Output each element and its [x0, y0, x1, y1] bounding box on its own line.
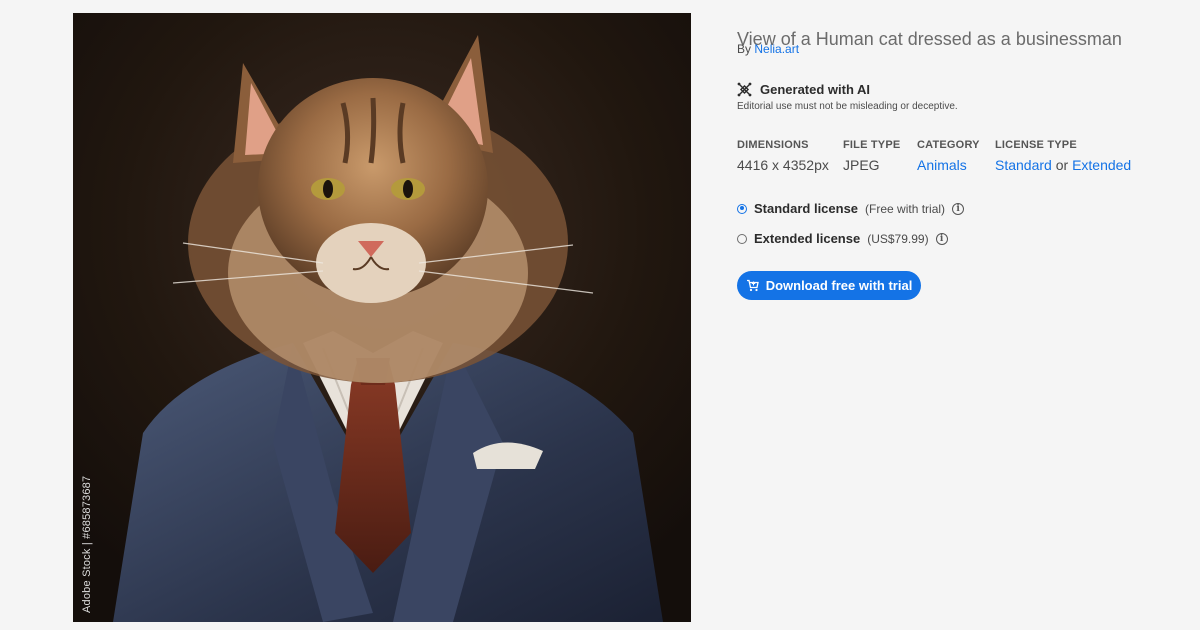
cart-icon	[746, 279, 759, 292]
filetype-label: FILE TYPE	[843, 139, 901, 151]
meta-category: CATEGORY Animals	[917, 139, 980, 173]
author-link[interactable]: Nelia.art	[754, 42, 799, 56]
license-option-standard[interactable]: Standard license (Free with trial) i	[737, 201, 965, 216]
meta-dimensions: DIMENSIONS 4416 x 4352px	[737, 139, 829, 173]
standard-license-name: Standard license	[754, 201, 859, 216]
byline: By Nelia.art	[737, 42, 799, 56]
dimensions-label: DIMENSIONS	[737, 139, 809, 151]
asset-image[interactable]	[73, 13, 691, 622]
download-button[interactable]: Download free with trial	[737, 271, 921, 300]
ai-sparkle-icon	[737, 82, 752, 97]
standard-license-price: (Free with trial)	[865, 201, 946, 216]
download-button-label: Download free with trial	[765, 278, 913, 293]
license-type-label: LICENSE TYPE	[995, 139, 1077, 151]
meta-license-type: LICENSE TYPE Standard or Extended	[995, 139, 1131, 173]
generated-with-ai: Generated with AI	[737, 82, 870, 97]
license-standard-link[interactable]: Standard	[995, 157, 1052, 173]
info-icon[interactable]: i	[935, 232, 948, 245]
category-label: CATEGORY	[917, 139, 980, 151]
image-id-caption: Adobe Stock | #685873687	[81, 475, 93, 613]
cat-businessman-illustration	[73, 13, 691, 622]
license-extended-link[interactable]: Extended	[1072, 157, 1131, 173]
extended-license-price: (US$79.99)	[867, 231, 929, 246]
info-icon[interactable]: i	[952, 202, 965, 215]
ai-label: Generated with AI	[760, 82, 871, 97]
license-or-text: or	[1055, 157, 1069, 173]
category-link[interactable]: Animals	[917, 157, 967, 173]
ai-disclaimer: Editorial use must not be misleading or …	[737, 101, 958, 112]
filetype-value: JPEG	[843, 157, 880, 173]
license-option-extended[interactable]: Extended license (US$79.99) i	[737, 231, 948, 246]
dimensions-value: 4416 x 4352px	[737, 157, 829, 173]
extended-license-radio[interactable]	[737, 233, 747, 244]
by-prefix: By	[737, 42, 752, 56]
extended-license-name: Extended license	[754, 231, 861, 246]
meta-filetype: FILE TYPE JPEG	[843, 139, 900, 173]
standard-license-radio[interactable]	[737, 203, 747, 214]
